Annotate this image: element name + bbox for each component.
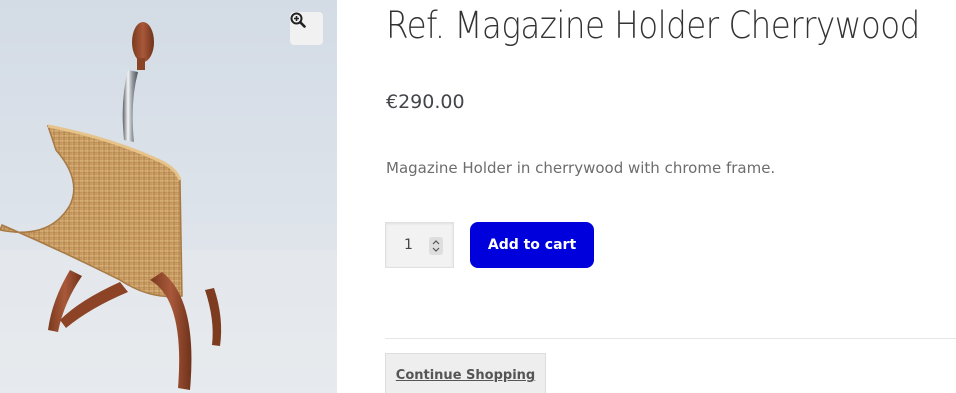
quantity-input[interactable]: 1: [385, 222, 454, 268]
quantity-stepper[interactable]: [429, 237, 443, 255]
continue-shopping-button[interactable]: Continue Shopping: [385, 353, 546, 393]
quantity-value[interactable]: 1: [404, 237, 413, 253]
product-description: Magazine Holder in cherrywood with chrom…: [386, 159, 776, 177]
magazine-holder-photo: [0, 22, 337, 393]
product-price: €290.00: [386, 91, 465, 113]
product-page: Ref. Magazine Holder Cherrywood €290.00 …: [0, 0, 956, 393]
zoom-button[interactable]: [290, 12, 323, 45]
product-title: Ref. Magazine Holder Cherrywood: [386, 4, 920, 47]
add-to-cart-button[interactable]: Add to cart: [470, 222, 594, 268]
zoom-in-icon: [290, 12, 306, 28]
product-image[interactable]: [0, 0, 337, 393]
section-divider: [385, 338, 956, 339]
stepper-arrows-icon: [432, 240, 440, 252]
